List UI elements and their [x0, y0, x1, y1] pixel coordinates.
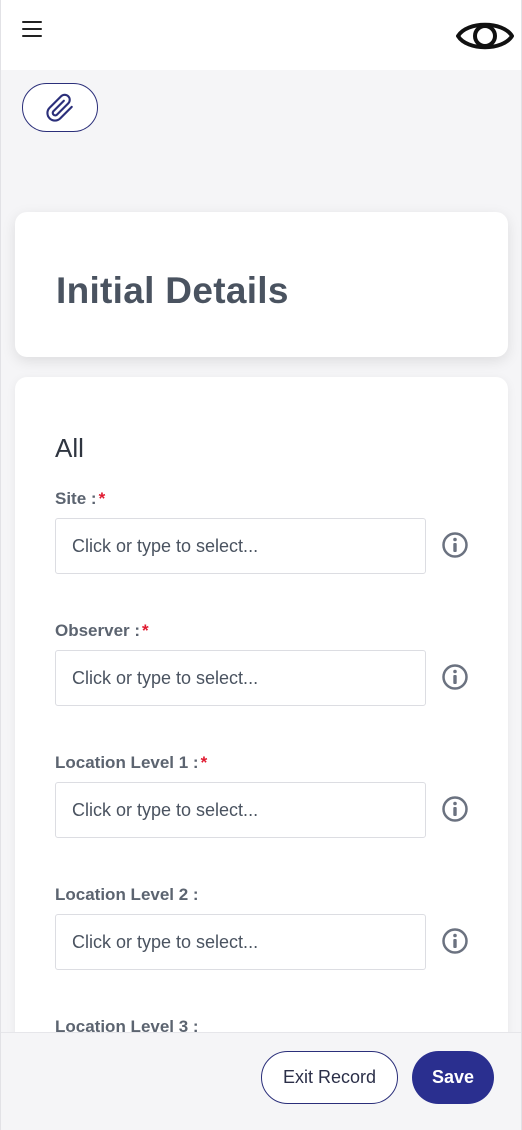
site-input[interactable]	[55, 518, 426, 574]
eye-icon[interactable]	[455, 12, 515, 60]
location-level-2-input[interactable]	[55, 914, 426, 970]
info-icon[interactable]	[441, 927, 469, 955]
location-level-1-label-text: Location Level 1 :	[55, 753, 199, 772]
paperclip-icon	[46, 93, 73, 122]
observer-label-text: Observer :	[55, 621, 141, 640]
location-level-1-field: Location Level 1 : *	[55, 753, 475, 838]
menu-line	[22, 35, 42, 37]
location-level-2-label: Location Level 2 :	[55, 885, 475, 905]
required-mark: *	[98, 489, 106, 508]
site-field: Site : *	[55, 489, 475, 574]
app-page: Initial Details All Site :* Observer :*	[0, 0, 522, 1130]
observer-field: Observer : *	[55, 621, 475, 706]
page-title: Initial Details	[56, 270, 289, 311]
section-title: All	[55, 433, 84, 463]
save-button[interactable]: Save	[412, 1051, 494, 1104]
observer-label: Observer : *	[55, 621, 475, 641]
info-icon[interactable]	[441, 531, 469, 559]
menu-line	[22, 21, 42, 23]
hamburger-menu-icon[interactable]	[15, 14, 49, 44]
required-mark: *	[142, 621, 149, 640]
site-label: Site : *	[55, 489, 475, 509]
location-level-2-field: Location Level 2 :	[55, 885, 475, 970]
info-icon[interactable]	[441, 663, 469, 691]
required-mark: *	[200, 753, 208, 772]
exit-record-button[interactable]: Exit Record	[261, 1051, 398, 1104]
location-level-1-input[interactable]	[55, 782, 426, 838]
form-card: All Site :* Observer :* Location Level 1…	[15, 377, 508, 1130]
attach-button[interactable]	[22, 83, 98, 132]
menu-line	[22, 28, 42, 30]
info-icon[interactable]	[441, 795, 469, 823]
observer-input[interactable]	[55, 650, 426, 706]
location-level-1-label: Location Level 1 : *	[55, 753, 475, 773]
footer-action-bar: Exit Record Save	[1, 1032, 521, 1130]
top-bar	[1, 0, 521, 70]
site-label-text: Site :	[55, 489, 97, 508]
location-level-2-label-text: Location Level 2 :	[55, 885, 199, 904]
initial-details-card: Initial Details	[15, 212, 508, 357]
